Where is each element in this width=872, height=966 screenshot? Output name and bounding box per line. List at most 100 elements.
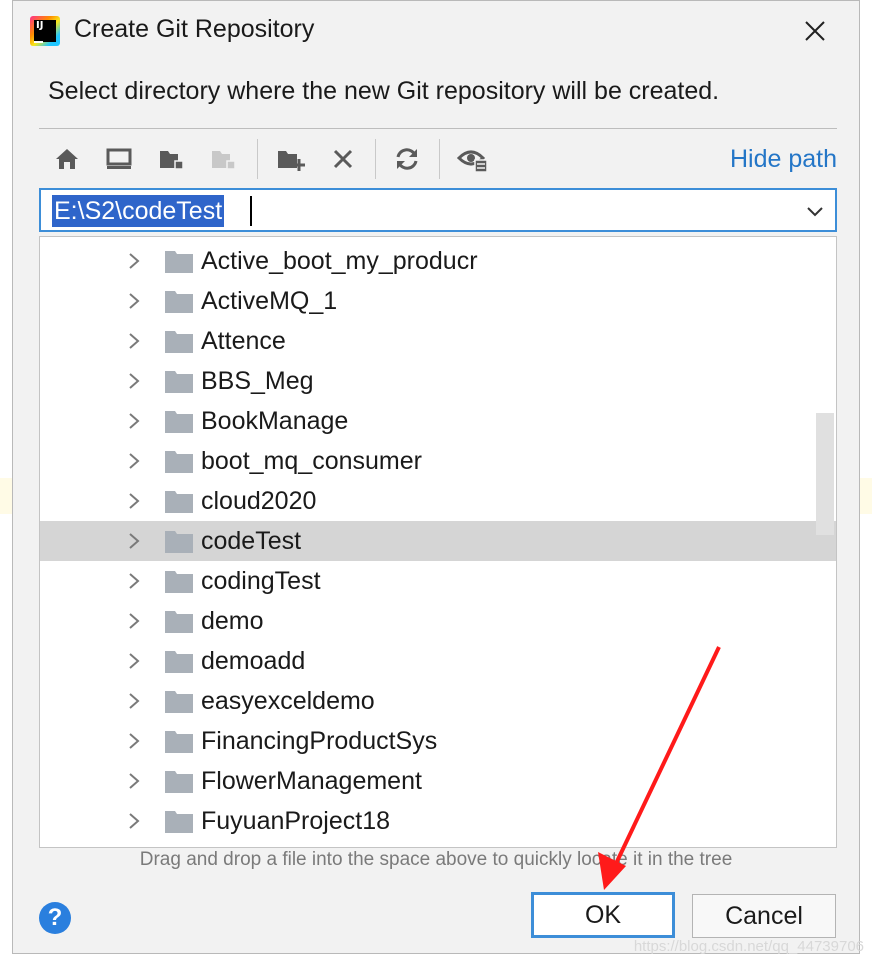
tree-row[interactable]: codeTest (40, 521, 836, 561)
tree-row[interactable]: cloud2020 (40, 481, 836, 521)
new-folder-button[interactable] (275, 143, 307, 175)
toolbar-separator (439, 139, 440, 179)
chevron-right-icon[interactable] (124, 651, 144, 671)
delete-icon (333, 149, 353, 169)
tree-row[interactable]: ActiveMQ_1 (40, 281, 836, 321)
folder-icon (165, 611, 193, 633)
tree-row[interactable]: BBS_Meg (40, 361, 836, 401)
chevron-right-icon[interactable] (124, 611, 144, 631)
chevron-right-icon[interactable] (124, 811, 144, 831)
folder-icon (165, 491, 193, 513)
folder-icon (165, 251, 193, 273)
hide-path-link[interactable]: Hide path (730, 145, 837, 174)
folder-icon (165, 411, 193, 433)
divider (39, 128, 837, 129)
path-dropdown-button[interactable] (804, 200, 826, 222)
folder-icon (165, 811, 193, 833)
desktop-icon (106, 148, 132, 169)
new-folder-icon (278, 151, 305, 171)
chevron-right-icon[interactable] (124, 451, 144, 471)
tree-row[interactable]: demoadd (40, 641, 836, 681)
refresh-icon (396, 148, 418, 170)
module-folder-icon (212, 151, 236, 170)
folder-icon (165, 771, 193, 793)
delete-button[interactable] (327, 143, 359, 175)
tree-row[interactable]: FinancingProductSys (40, 721, 836, 761)
close-icon (805, 21, 825, 41)
tree-row-label: BBS_Meg (201, 367, 314, 395)
background-highlight-right (860, 478, 872, 514)
intellij-icon: IJ (30, 16, 60, 46)
directory-tree[interactable]: FuyuanProject18 FlowerManagement Financing… (39, 236, 837, 848)
chevron-right-icon[interactable] (124, 371, 144, 391)
file-chooser-toolbar: Hide path (39, 135, 837, 183)
tree-row[interactable]: Attence (40, 321, 836, 361)
cancel-button[interactable]: Cancel (692, 894, 836, 938)
instruction-text: Select directory where the new Git repos… (48, 77, 720, 105)
chevron-right-icon[interactable] (124, 731, 144, 751)
toolbar-separator (257, 139, 258, 179)
tree-row-label: codingTest (201, 567, 321, 595)
chevron-down-icon (807, 207, 823, 217)
tree-row[interactable]: codingTest (40, 561, 836, 601)
tree-row-label: BookManage (201, 407, 349, 435)
refresh-button[interactable] (391, 143, 423, 175)
desktop-button[interactable] (103, 143, 135, 175)
folder-icon (165, 651, 193, 673)
home-icon (56, 149, 78, 169)
chevron-right-icon[interactable] (124, 291, 144, 311)
tree-row[interactable]: Active_boot_my_producr (40, 241, 836, 281)
tree-row[interactable]: demo (40, 601, 836, 641)
show-hidden-files-button[interactable] (457, 143, 489, 175)
chevron-right-icon[interactable] (124, 571, 144, 591)
background-highlight-left (0, 478, 12, 514)
folder-icon (165, 451, 193, 473)
drag-drop-hint: Drag and drop a file into the space abov… (139, 849, 733, 870)
module-directory-button[interactable] (207, 143, 239, 175)
help-button[interactable]: ? (39, 902, 71, 934)
tree-row-label: demoadd (201, 647, 306, 675)
folder-icon (165, 291, 193, 313)
tree-row[interactable]: FuyuanProject18 (40, 801, 836, 841)
close-button[interactable] (799, 15, 831, 47)
chevron-right-icon[interactable] (124, 531, 144, 551)
chevron-right-icon[interactable] (124, 331, 144, 351)
tree-row-label: easyexceldemo (201, 687, 375, 715)
tree-row-label: FinancingProductSys (201, 727, 438, 755)
tree-row-label: codeTest (201, 527, 302, 555)
show-hidden-icon (457, 150, 488, 173)
title-bar[interactable]: IJ Create Git Repository (13, 1, 859, 63)
folder-icon (165, 531, 193, 553)
path-combobox[interactable]: E:\S2\codeTest (39, 188, 837, 232)
tree-scrollbar-thumb[interactable] (816, 413, 834, 535)
tree-row[interactable]: FlowerManagement (40, 761, 836, 801)
folder-icon (165, 731, 193, 753)
tree-row[interactable]: BookManage (40, 401, 836, 441)
folder-icon (165, 371, 193, 393)
tree-row-label: cloud2020 (201, 487, 317, 515)
tree-row-label: FlowerManagement (201, 767, 422, 795)
project-directory-button[interactable] (155, 143, 187, 175)
chevron-right-icon[interactable] (124, 491, 144, 511)
project-folder-icon (160, 151, 184, 170)
chevron-right-icon[interactable] (124, 411, 144, 431)
tree-row-label: ActiveMQ_1 (201, 287, 338, 315)
dialog-title: Create Git Repository (74, 15, 315, 43)
ok-button[interactable]: OK (531, 892, 675, 938)
chevron-right-icon[interactable] (124, 771, 144, 791)
chevron-right-icon[interactable] (124, 251, 144, 271)
tree-row-label: boot_mq_consumer (201, 447, 422, 475)
tree-row[interactable]: easyexceldemo (40, 681, 836, 721)
tree-row-label: Attence (201, 327, 286, 355)
tree-row-label: FuyuanProject18 (201, 807, 391, 835)
chevron-right-icon[interactable] (124, 691, 144, 711)
folder-icon (165, 691, 193, 713)
toolbar-separator (375, 139, 376, 179)
home-button[interactable] (51, 143, 83, 175)
tree-row-label: Active_boot_my_producr (201, 247, 478, 275)
path-input[interactable]: E:\S2\codeTest (52, 195, 225, 227)
create-git-repository-dialog: IJ Create Git Repository Select director… (12, 0, 860, 954)
folder-icon (165, 331, 193, 353)
tree-row[interactable]: boot_mq_consumer (40, 441, 836, 481)
text-caret (250, 196, 252, 226)
